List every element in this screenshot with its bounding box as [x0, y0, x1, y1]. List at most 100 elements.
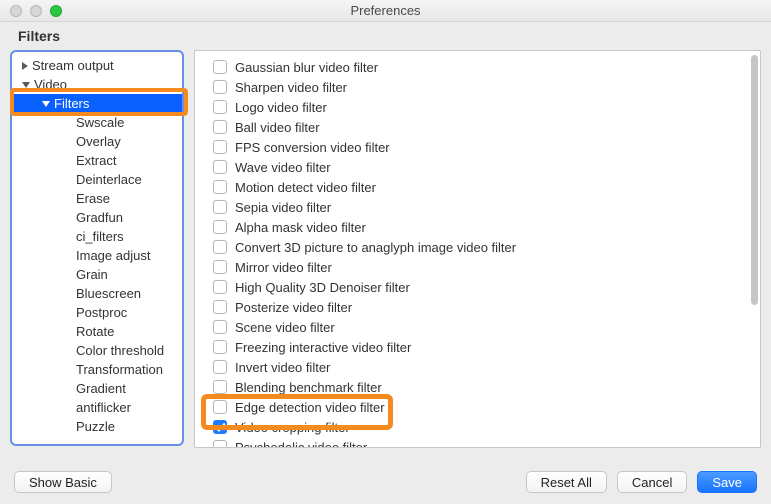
filter-item[interactable]: Convert 3D picture to anaglyph image vid… [203, 237, 760, 257]
filter-checkbox[interactable] [213, 420, 227, 434]
filter-checkbox[interactable] [213, 240, 227, 254]
bottom-bar: Show Basic Reset All Cancel Save [0, 460, 771, 504]
filter-checkbox[interactable] [213, 280, 227, 294]
sidebar-item-color-threshold[interactable]: Color threshold [12, 341, 182, 360]
filter-checkbox[interactable] [213, 260, 227, 274]
sidebar-item-label: Swscale [76, 115, 124, 130]
filter-item[interactable]: Ball video filter [203, 117, 760, 137]
sidebar-item-label: Video [34, 77, 67, 92]
filter-item[interactable]: Posterize video filter [203, 297, 760, 317]
filter-item[interactable]: Wave video filter [203, 157, 760, 177]
sidebar-item-label: Image adjust [76, 248, 150, 263]
filter-checkbox[interactable] [213, 360, 227, 374]
sidebar-item-extract[interactable]: Extract [12, 151, 182, 170]
filter-checkbox[interactable] [213, 200, 227, 214]
disclosure-down-icon[interactable] [42, 101, 50, 107]
filter-checkbox[interactable] [213, 220, 227, 234]
sidebar-item-label: Extract [76, 153, 116, 168]
filter-label: Mirror video filter [235, 260, 332, 275]
filter-checkbox[interactable] [213, 380, 227, 394]
filter-item[interactable]: Blending benchmark filter [203, 377, 760, 397]
filter-checkbox[interactable] [213, 60, 227, 74]
sidebar-item-label: Filters [54, 96, 89, 111]
filter-label: Logo video filter [235, 100, 327, 115]
filter-checkbox[interactable] [213, 80, 227, 94]
sidebar-item-label: Gradient [76, 381, 126, 396]
filter-checkbox[interactable] [213, 400, 227, 414]
filter-checkbox[interactable] [213, 140, 227, 154]
filter-checkbox[interactable] [213, 180, 227, 194]
sidebar-item-swscale[interactable]: Swscale [12, 113, 182, 132]
reset-all-button[interactable]: Reset All [526, 471, 607, 493]
sidebar-item-label: Deinterlace [76, 172, 142, 187]
filter-item[interactable]: High Quality 3D Denoiser filter [203, 277, 760, 297]
sidebar-item-stream-output[interactable]: Stream output [12, 56, 182, 75]
filter-label: Motion detect video filter [235, 180, 376, 195]
sidebar-item-deinterlace[interactable]: Deinterlace [12, 170, 182, 189]
window-title: Preferences [0, 3, 771, 18]
filter-label: Psychedelic video filter [235, 440, 367, 449]
filter-item[interactable]: Sharpen video filter [203, 77, 760, 97]
filter-label: Convert 3D picture to anaglyph image vid… [235, 240, 516, 255]
sidebar-item-label: Bluescreen [76, 286, 141, 301]
filter-checkbox[interactable] [213, 440, 227, 448]
sidebar-item-label: Overlay [76, 134, 121, 149]
sidebar-item-label: Rotate [76, 324, 114, 339]
sidebar-item-puzzle[interactable]: Puzzle [12, 417, 182, 436]
filter-item[interactable]: Psychedelic video filter [203, 437, 760, 448]
filter-item[interactable]: FPS conversion video filter [203, 137, 760, 157]
filter-item[interactable]: Gaussian blur video filter [203, 57, 760, 77]
filter-label: Gaussian blur video filter [235, 60, 378, 75]
filter-checkbox[interactable] [213, 100, 227, 114]
filter-label: Posterize video filter [235, 300, 352, 315]
filter-item[interactable]: Alpha mask video filter [203, 217, 760, 237]
sidebar-item-grain[interactable]: Grain [12, 265, 182, 284]
filter-item[interactable]: Mirror video filter [203, 257, 760, 277]
filter-item[interactable]: Video cropping filter [203, 417, 760, 437]
sidebar-item-label: Color threshold [76, 343, 164, 358]
sidebar-item-antiflicker[interactable]: antiflicker [12, 398, 182, 417]
disclosure-right-icon[interactable] [22, 62, 28, 70]
filter-list: Gaussian blur video filter Sharpen video … [195, 51, 760, 448]
sidebar-item-label: ci_filters [76, 229, 124, 244]
filter-checkbox[interactable] [213, 120, 227, 134]
sidebar-item-transformation[interactable]: Transformation [12, 360, 182, 379]
sidebar-item-gradient[interactable]: Gradient [12, 379, 182, 398]
sidebar-item-label: Transformation [76, 362, 163, 377]
sidebar-item-filters[interactable]: Filters [12, 94, 182, 113]
sidebar-item-image-adjust[interactable]: Image adjust [12, 246, 182, 265]
filter-label: Invert video filter [235, 360, 330, 375]
save-button[interactable]: Save [697, 471, 757, 493]
sidebar-item-postproc[interactable]: Postproc [12, 303, 182, 322]
cancel-button[interactable]: Cancel [617, 471, 687, 493]
filter-checkbox[interactable] [213, 160, 227, 174]
filter-item[interactable]: Edge detection video filter [203, 397, 760, 417]
sidebar-item-erase[interactable]: Erase [12, 189, 182, 208]
filter-checkbox[interactable] [213, 340, 227, 354]
sidebar-item-rotate[interactable]: Rotate [12, 322, 182, 341]
filter-item[interactable]: Sepia video filter [203, 197, 760, 217]
filter-label: Video cropping filter [235, 420, 350, 435]
sidebar[interactable]: Stream output Video Filters Swscale Overlay E… [12, 52, 182, 444]
sidebar-item-label: Postproc [76, 305, 127, 320]
sidebar-item-video[interactable]: Video [12, 75, 182, 94]
show-basic-button[interactable]: Show Basic [14, 471, 112, 493]
sidebar-item-ci_filters[interactable]: ci_filters [12, 227, 182, 246]
sidebar-item-gradfun[interactable]: Gradfun [12, 208, 182, 227]
scrollbar-thumb[interactable] [751, 55, 758, 305]
sidebar-item-bluescreen[interactable]: Bluescreen [12, 284, 182, 303]
filter-item[interactable]: Invert video filter [203, 357, 760, 377]
filter-label: High Quality 3D Denoiser filter [235, 280, 410, 295]
filter-checkbox[interactable] [213, 320, 227, 334]
titlebar: Preferences [0, 0, 771, 22]
section-header: Filters [0, 22, 771, 50]
filter-checkbox[interactable] [213, 300, 227, 314]
filter-item[interactable]: Freezing interactive video filter [203, 337, 760, 357]
disclosure-down-icon[interactable] [22, 82, 30, 88]
filter-item[interactable]: Scene video filter [203, 317, 760, 337]
sidebar-item-label: Puzzle [76, 419, 115, 434]
filter-item[interactable]: Logo video filter [203, 97, 760, 117]
sidebar-item-overlay[interactable]: Overlay [12, 132, 182, 151]
filter-item[interactable]: Motion detect video filter [203, 177, 760, 197]
sidebar-item-label: Grain [76, 267, 108, 282]
